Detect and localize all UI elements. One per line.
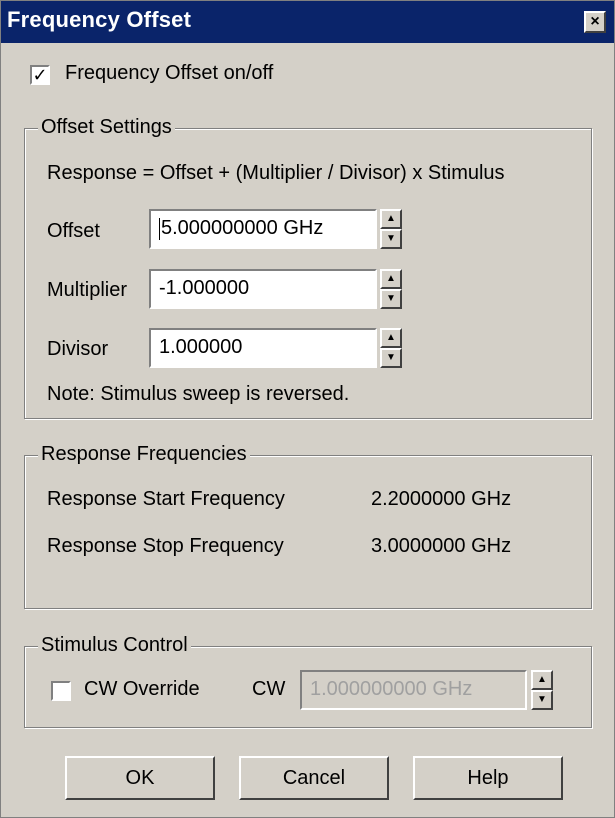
offset-spin-up-button[interactable]: ▲ <box>380 209 402 229</box>
cw-spinner[interactable]: ▲ ▼ <box>531 670 553 710</box>
sweep-reversed-note: Note: Stimulus sweep is reversed. <box>47 383 350 405</box>
offset-settings-legend: Offset Settings <box>38 116 175 139</box>
check-icon: ✓ <box>32 65 48 85</box>
multiplier-spin-down-button[interactable]: ▼ <box>380 289 402 309</box>
divisor-value: 1.000000 <box>159 336 243 358</box>
multiplier-value: -1.000000 <box>159 277 250 299</box>
divisor-label: Divisor <box>47 338 109 360</box>
cw-input[interactable]: 1.000000000 GHz <box>300 670 527 710</box>
offset-label: Offset <box>47 220 100 242</box>
cancel-button[interactable]: Cancel <box>239 756 389 800</box>
frequency-offset-label[interactable]: Frequency Offset on/off <box>65 62 273 85</box>
cw-spin-up-button[interactable]: ▲ <box>531 670 553 690</box>
offset-spinner[interactable]: ▲ ▼ <box>380 209 402 249</box>
arrow-up-icon: ▲ <box>386 213 396 224</box>
divisor-spin-up-button[interactable]: ▲ <box>380 328 402 348</box>
divisor-spinner[interactable]: ▲ ▼ <box>380 328 402 368</box>
cw-override-label[interactable]: CW Override <box>84 678 200 701</box>
response-frequencies-legend: Response Frequencies <box>38 443 250 466</box>
close-icon: × <box>590 13 600 30</box>
close-button[interactable]: × <box>584 11 606 33</box>
arrow-down-icon: ▼ <box>386 233 396 244</box>
multiplier-spinner[interactable]: ▲ ▼ <box>380 269 402 309</box>
offset-spin-down-button[interactable]: ▼ <box>380 229 402 249</box>
cw-label: CW <box>252 678 286 700</box>
arrow-up-icon: ▲ <box>386 273 396 284</box>
response-start-label: Response Start Frequency <box>47 488 285 510</box>
cw-value: 1.000000000 GHz <box>310 678 473 700</box>
offset-input[interactable]: 5.000000000 GHz <box>149 209 377 249</box>
response-start-value: 2.2000000 GHz <box>371 488 512 510</box>
stimulus-control-legend: Stimulus Control <box>38 634 191 657</box>
multiplier-input[interactable]: -1.000000 <box>149 269 377 309</box>
divisor-spin-down-button[interactable]: ▼ <box>380 348 402 368</box>
divisor-input[interactable]: 1.000000 <box>149 328 377 368</box>
help-button[interactable]: Help <box>413 756 563 800</box>
response-stop-value: 3.0000000 GHz <box>371 535 512 557</box>
arrow-up-icon: ▲ <box>386 332 396 343</box>
arrow-up-icon: ▲ <box>537 674 547 685</box>
arrow-down-icon: ▼ <box>386 352 396 363</box>
response-frequencies-group <box>24 455 592 609</box>
cw-override-checkbox[interactable] <box>51 681 71 701</box>
frequency-offset-checkbox[interactable]: ✓ <box>30 65 50 85</box>
arrow-down-icon: ▼ <box>537 694 547 705</box>
multiplier-label: Multiplier <box>47 279 128 301</box>
multiplier-spin-up-button[interactable]: ▲ <box>380 269 402 289</box>
response-stop-label: Response Stop Frequency <box>47 535 284 557</box>
title-bar[interactable]: Frequency Offset × <box>1 1 614 43</box>
ok-button[interactable]: OK <box>65 756 215 800</box>
offset-value: 5.000000000 GHz <box>161 217 324 239</box>
text-caret <box>159 217 160 240</box>
response-formula: Response = Offset + (Multiplier / Diviso… <box>47 162 505 184</box>
window-title: Frequency Offset <box>7 7 192 32</box>
arrow-down-icon: ▼ <box>386 293 396 304</box>
cw-spin-down-button[interactable]: ▼ <box>531 690 553 710</box>
frequency-offset-dialog: Frequency Offset × ✓ Frequency Offset on… <box>0 0 615 818</box>
